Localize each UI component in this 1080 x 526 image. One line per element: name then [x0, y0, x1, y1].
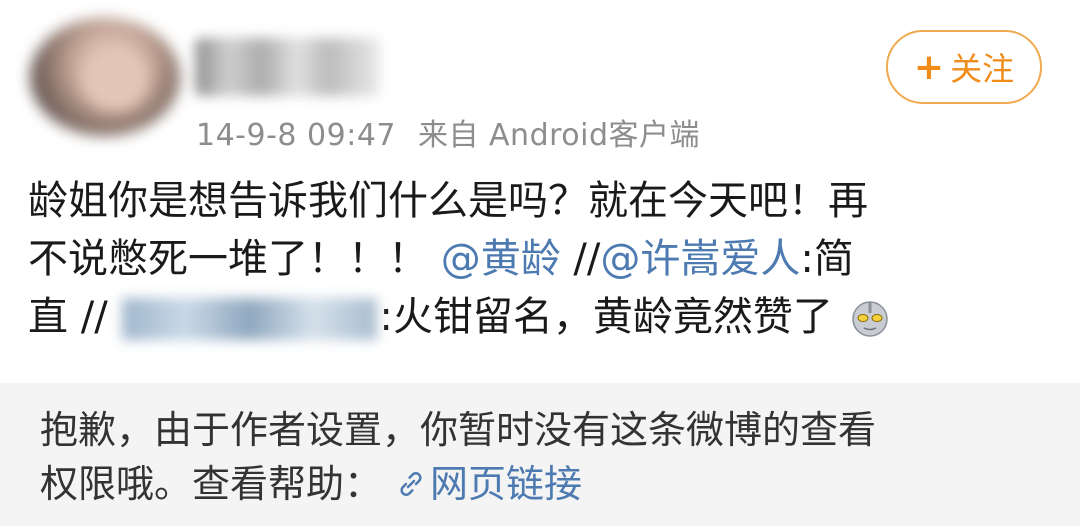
permission-notice: 抱歉，由于作者设置，你暂时没有这条微博的查看 权限哦。查看帮助： 网页链接: [0, 383, 1080, 526]
content-line-2: 不说憋死一堆了！！！ @黄龄 //@许嵩爱人:简: [28, 230, 1058, 288]
username-blurred[interactable]: [195, 38, 380, 96]
post-source: 来自 Android客户端: [418, 118, 701, 153]
notice-line-1: 抱歉，由于作者设置，你暂时没有这条微博的查看: [40, 408, 877, 452]
mention-link[interactable]: @许嵩爱人: [600, 236, 800, 282]
plus-icon: +: [913, 46, 945, 88]
content-text: :简: [800, 236, 854, 282]
link-icon: [400, 472, 422, 496]
content-text: :火钳留名，黄龄竟然赞了: [379, 294, 833, 340]
web-link[interactable]: 网页链接: [396, 462, 582, 506]
content-text: 不说憋死一堆了！！！: [28, 236, 428, 282]
content-line-3: 直 // :火钳留名，黄龄竟然赞了: [28, 288, 1058, 346]
repost-separator: 直 //: [28, 294, 108, 340]
mention-link-blurred[interactable]: [122, 298, 378, 340]
web-link-label: 网页链接: [430, 462, 583, 506]
follow-button[interactable]: + 关注: [886, 30, 1042, 104]
mention-link[interactable]: @黄龄: [441, 236, 561, 282]
user-avatar[interactable]: [30, 18, 180, 136]
notice-text: 权限哦。查看帮助：: [40, 462, 383, 506]
notice-line-2: 权限哦。查看帮助： 网页链接: [40, 457, 1050, 511]
post-content: 龄姐你是想告诉我们什么是吗？就在今天吧！再 不说憋死一堆了！！！ @黄龄 //@…: [28, 172, 1058, 346]
post-meta: 14-9-8 09:47 来自 Android客户端: [196, 110, 700, 154]
post-timestamp: 14-9-8 09:47: [196, 118, 396, 153]
repost-separator: //: [560, 236, 601, 282]
follow-label: 关注: [950, 50, 1015, 88]
content-line-1: 龄姐你是想告诉我们什么是吗？就在今天吧！再: [28, 178, 868, 224]
ultraman-emoji-icon: [851, 301, 888, 337]
